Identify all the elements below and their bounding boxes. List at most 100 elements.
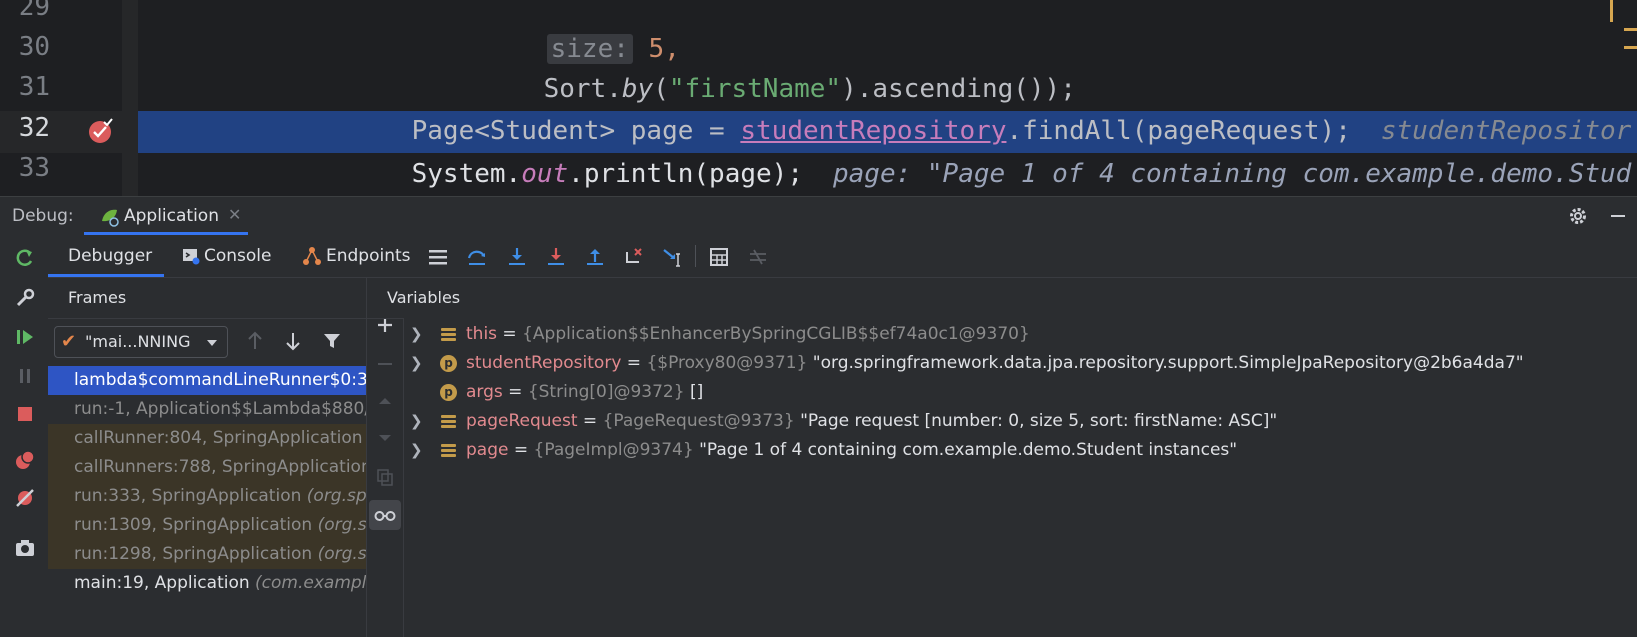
step-over-icon[interactable] [466, 246, 488, 268]
inline-value-hint: page: "Page 1 of 4 containing com.exampl… [832, 159, 1632, 189]
code-line-30: Sort.by("firstName").ascending()); [138, 26, 1637, 104]
menu-icon[interactable] [427, 246, 449, 268]
checkmark-icon: ✔ [61, 331, 77, 352]
arrow-up-icon[interactable] [244, 330, 266, 352]
show-watches-toggle[interactable] [369, 500, 401, 530]
chevron-right-icon[interactable]: ❯ [410, 349, 424, 378]
variable-reference: {Application$$EnhancerBySpringCGLIB$$ef7… [522, 324, 1030, 344]
spring-app-icon [100, 207, 120, 227]
line-number: 33 [18, 153, 50, 183]
rerun-icon[interactable] [14, 247, 36, 269]
console-icon [182, 247, 200, 265]
code-editor[interactable]: 29 30 31 32 33 size: 5, Sort.by("firstNa… [0, 0, 1637, 196]
chevron-right-icon[interactable]: ❯ [410, 320, 424, 349]
line-number: 32 [18, 113, 50, 143]
variable-reference: {PageImpl@9374} [533, 440, 694, 460]
frame-name: callRunners:788, SpringApplication [74, 457, 366, 477]
filter-icon[interactable] [321, 330, 343, 352]
tab-endpoints[interactable]: Endpoints [302, 235, 418, 277]
list-item[interactable]: callRunner:804, SpringApplication [48, 424, 366, 453]
variable-value: "Page 1 of 4 containing com.example.demo… [693, 440, 1238, 460]
force-step-into-icon[interactable] [545, 246, 567, 268]
equals-sign: = [577, 411, 603, 431]
view-breakpoints-icon[interactable] [14, 449, 36, 471]
tab-debugger[interactable]: Debugger [48, 235, 164, 277]
pause-icon[interactable] [14, 365, 36, 387]
frame-package: (org.sp [317, 544, 366, 564]
camera-icon[interactable] [14, 537, 36, 559]
object-icon [440, 413, 457, 430]
debug-tool-window-header: Debug: Application ✕ [0, 196, 1637, 235]
field-reference: out [521, 159, 569, 189]
variable-name: page [466, 440, 509, 460]
tab-label: Endpoints [326, 246, 411, 266]
step-into-icon[interactable] [506, 246, 528, 268]
thread-selector[interactable]: ✔ "mai...NNING [54, 326, 228, 358]
stop-icon[interactable] [14, 403, 36, 425]
debug-label: Debug: [12, 206, 74, 226]
scrollbar-marker [1624, 46, 1637, 49]
list-item[interactable]: run:1309, SpringApplication (org.sp [48, 511, 366, 540]
variable-value: "org.springframework.data.jpa.repository… [807, 353, 1524, 373]
glasses-icon [374, 504, 396, 526]
move-down-icon [374, 427, 396, 449]
frame-name: run:1309, SpringApplication [74, 515, 318, 535]
gutter-separator [122, 0, 138, 196]
variable-reference: {String[0]@9372} [527, 382, 685, 402]
equals-sign: = [621, 353, 647, 373]
mute-breakpoints-icon[interactable] [14, 487, 36, 509]
wrench-icon[interactable] [14, 287, 36, 309]
tab-console[interactable]: Console [182, 235, 282, 277]
code-line-29: size: 5, [138, 0, 1637, 64]
frames-header: Frames [48, 278, 366, 319]
chevron-down-icon [205, 335, 219, 354]
minimize-icon[interactable] [1607, 205, 1629, 227]
equals-sign: = [508, 440, 534, 460]
scrollbar-marker [1624, 28, 1637, 31]
gear-icon[interactable] [1567, 205, 1589, 227]
evaluate-expression-icon[interactable] [708, 246, 730, 268]
code-token: System. [411, 159, 522, 189]
list-item[interactable]: run:1298, SpringApplication (org.sp [48, 540, 366, 569]
equals-sign: = [502, 382, 528, 402]
chevron-right-icon[interactable]: ❯ [410, 407, 424, 436]
list-item[interactable]: callRunners:788, SpringApplication [48, 453, 366, 482]
variable-reference: {$Proxy80@9371} [646, 353, 808, 373]
variables-action-strip [367, 278, 404, 637]
variable-reference: {PageRequest@9373} [602, 411, 795, 431]
endpoints-icon [302, 246, 322, 266]
frame-package: (org.sp [317, 515, 366, 535]
code-line-32: System.out.println(page); page: "Page 1 o… [138, 111, 1637, 189]
frame-name: run:1298, SpringApplication [74, 544, 318, 564]
equals-sign: = [497, 324, 523, 344]
object-icon [440, 442, 457, 459]
list-item[interactable]: run:-1, Application$$Lambda$880/ [48, 395, 366, 424]
close-icon[interactable]: ✕ [228, 197, 241, 233]
variable-value: [] [684, 382, 704, 402]
frame-name: main:19, Application [74, 573, 256, 593]
drop-frame-icon[interactable] [623, 246, 645, 268]
line-number: 31 [18, 72, 50, 102]
arrow-down-icon[interactable] [282, 330, 304, 352]
chevron-right-icon[interactable]: ❯ [410, 436, 424, 465]
list-item[interactable]: run:333, SpringApplication (org.spr [48, 482, 366, 511]
frame-name: run:-1, Application$$Lambda$880/ [74, 399, 366, 419]
code-token: .println(page); [568, 159, 803, 189]
frames-title: Frames [68, 288, 127, 307]
session-tab-application[interactable]: Application ✕ [84, 197, 248, 235]
list-item[interactable]: lambda$commandLineRunner$0:32 [48, 366, 366, 395]
frames-panel: Frames ✔ "mai...NNING lambda$commandLine… [48, 278, 367, 637]
variables-title: Variables [387, 288, 461, 307]
list-item[interactable]: main:19, Application (com.example. [48, 569, 366, 598]
line-number: 30 [18, 32, 50, 62]
resume-icon[interactable] [14, 326, 36, 348]
variable-name: args [466, 382, 503, 402]
frame-name: lambda$commandLineRunner$0:32 [74, 370, 366, 390]
variables-header: Variables [367, 278, 1637, 319]
run-to-cursor-icon[interactable] [662, 246, 684, 268]
breakpoint-icon[interactable] [88, 118, 114, 144]
step-out-icon[interactable] [584, 246, 606, 268]
toolbar-separator [695, 245, 696, 267]
frame-package: (org.spr [306, 486, 366, 506]
variables-tree: ❯ this = {Application$$EnhancerBySpringC… [404, 318, 1637, 637]
